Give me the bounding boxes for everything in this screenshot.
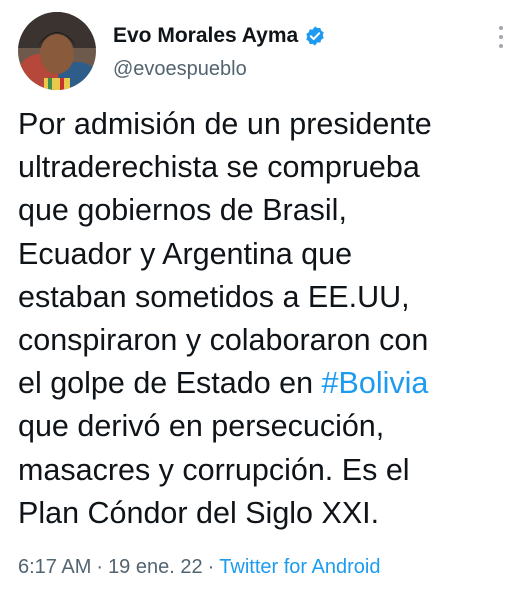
author-name-row[interactable]: Evo Morales Ayma	[113, 22, 326, 50]
tweet-line: estaban sometidos a EE.UU,	[18, 279, 410, 314]
tweet-line: ultraderechista se comprueba	[18, 150, 420, 185]
tweet-line: que gobiernos de Brasil,	[18, 193, 347, 228]
more-options-icon[interactable]	[498, 26, 504, 48]
author-handle[interactable]: @evoespueblo	[113, 58, 247, 81]
avatar[interactable]	[18, 12, 96, 90]
tweet-line: masacres y corrupción. Es el	[18, 452, 410, 487]
tweet-line: Ecuador y Argentina que	[18, 236, 353, 271]
tweet-meta: 6:17 AM · 19 ene. 22 · Twitter for Android	[18, 556, 380, 579]
meta-separator: ·	[207, 556, 215, 578]
tweet-time[interactable]: 6:17 AM	[18, 556, 91, 578]
tweet-line-text: el golpe de Estado en	[18, 366, 322, 401]
verified-badge-icon	[304, 25, 326, 47]
tweet-text: Por admisión de un presidente ultraderec…	[18, 103, 518, 535]
more-dot	[499, 26, 503, 30]
tweet-line: Plan Cóndor del Siglo XXI.	[18, 495, 380, 530]
tweet-line: el golpe de Estado en #Bolivia	[18, 362, 518, 405]
author-display-name[interactable]: Evo Morales Ayma	[113, 24, 298, 48]
avatar-image	[18, 12, 96, 90]
tweet-line: Por admisión de un presidente	[18, 107, 432, 141]
hashtag-link[interactable]: #Bolivia	[322, 366, 429, 400]
tweet-line: conspiraron y colaboraron con	[18, 323, 429, 358]
tweet-line: que derivó en persecución,	[18, 409, 385, 444]
more-dot	[499, 35, 503, 39]
tweet-date[interactable]: 19 ene. 22	[108, 556, 203, 578]
meta-separator: ·	[96, 556, 104, 578]
tweet-card: Evo Morales Ayma @evoespueblo Por admisi…	[0, 0, 526, 595]
tweet-source-link[interactable]: Twitter for Android	[219, 556, 380, 578]
more-dot	[499, 44, 503, 48]
